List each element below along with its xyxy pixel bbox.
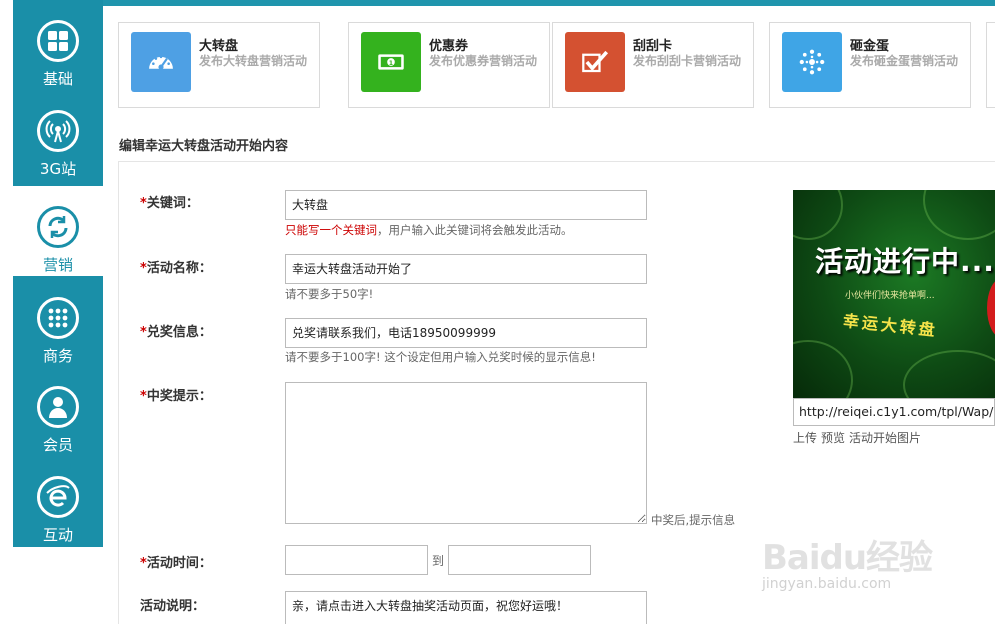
sidebar-item-label: 会员 [42, 436, 73, 454]
sidebar-item-marketing[interactable]: 营销 [13, 186, 103, 276]
card-title: 砸金蛋 [850, 39, 890, 54]
activity-name-input[interactable]: 幸运大转盘活动开始了 [285, 254, 647, 284]
user-icon [37, 386, 79, 428]
signal-icon [37, 110, 79, 152]
sidebar-item-interaction[interactable]: 互动 [13, 456, 103, 546]
sidebar-item-member[interactable]: 会员 [13, 366, 103, 456]
sidebar-item-label: 商务 [42, 347, 73, 365]
image-url-input[interactable]: http://reiqei.c1y1.com/tpl/Wap/de [793, 398, 995, 426]
sidebar-item-label: 基础 [42, 70, 73, 88]
sidebar-item-label: 3G站 [39, 160, 77, 178]
dashboard-icon [131, 32, 191, 92]
apps-icon [37, 297, 79, 339]
activity-desc-input[interactable]: 亲，请点击进入大转盘抽奖活动页面，祝您好运哦！ [285, 591, 647, 624]
activity-name-label: *活动名称： [140, 261, 212, 276]
image-actions: 上传 预览 活动开始图片 [793, 429, 925, 446]
preview-subtitle: 小伙伴们快来抢单啊... [845, 291, 935, 301]
card-partial[interactable] [986, 22, 995, 108]
card-description: 发布大转盘营销活动 [199, 54, 308, 68]
sidebar-item-business[interactable]: 商务 [13, 277, 103, 367]
keyword-hint: 只能写一个关键词，用户输入此关键词将会触发此活动。 [285, 223, 573, 237]
activity-start-image: 活动进行中... 小伙伴们快来抢单啊... 幸运大转盘 [793, 190, 995, 398]
card-coupon[interactable]: 1 优惠券 发布优惠券营销活动 [348, 22, 550, 108]
grid-icon [37, 20, 79, 62]
win-prompt-textarea[interactable] [285, 382, 647, 524]
redeem-info-label: *兑奖信息： [140, 325, 212, 340]
win-prompt-label: *中奖提示： [140, 389, 212, 404]
section-title: 编辑幸运大转盘活动开始内容 [119, 139, 289, 154]
preview-title: 活动进行中... [815, 245, 995, 278]
activity-name-hint: 请不要多于50字! [285, 287, 374, 301]
browser-icon [37, 476, 79, 518]
card-description: 发布优惠券营销活动 [429, 54, 538, 68]
svg-text:1: 1 [389, 60, 393, 67]
sidebar-nav: 基础 3G站 营销 商务 会员 互动 [13, 0, 103, 547]
sparkle-icon [782, 32, 842, 92]
baidu-watermark: Baidu经验 jingyan.baidu.com [762, 516, 952, 606]
card-title: 刮刮卡 [633, 39, 673, 54]
redeem-info-hint: 请不要多于100字! 这个设定但用户输入兑奖时候的显示信息! [285, 350, 596, 364]
sidebar-item-3g-site[interactable]: 3G站 [13, 90, 103, 180]
activity-cards: 大转盘 发布大转盘营销活动 1 优惠券 发布优惠券营销活动 刮刮卡 发布刮刮卡营… [103, 6, 995, 116]
card-scratch-card[interactable]: 刮刮卡 发布刮刮卡营销活动 [552, 22, 754, 108]
swirl-decoration [903, 350, 995, 398]
check-card-icon [565, 32, 625, 92]
sidebar-item-label: 营销 [42, 256, 73, 274]
watermark-logo: Baidu经验 [762, 538, 933, 578]
card-description: 发布刮刮卡营销活动 [633, 54, 742, 68]
preview-link[interactable]: 预览 [821, 431, 845, 445]
keyword-label: *关键词： [140, 196, 199, 211]
keyword-input[interactable]: 大转盘 [285, 190, 647, 220]
watermark-url: jingyan.baidu.com [762, 576, 892, 592]
activity-time-label: *活动时间： [140, 556, 212, 571]
card-golden-egg[interactable]: 砸金蛋 发布砸金蛋营销活动 [769, 22, 971, 108]
upload-link[interactable]: 上传 [793, 431, 817, 445]
date-range-separator: 到 [432, 554, 445, 568]
image-caption: 活动开始图片 [849, 431, 922, 445]
redeem-info-input[interactable]: 兑奖请联系我们，电话18950099999 [285, 318, 647, 348]
refresh-icon [37, 206, 79, 248]
swirl-decoration [793, 190, 843, 240]
red-badge [987, 278, 995, 338]
end-date-input[interactable] [448, 545, 591, 575]
banknote-icon: 1 [361, 32, 421, 92]
swirl-decoration [923, 190, 995, 240]
card-description: 发布砸金蛋营销活动 [850, 54, 959, 68]
activity-desc-label: 活动说明： [140, 599, 206, 614]
preview-lucky-text: 幸运大转盘 [842, 311, 939, 340]
start-date-input[interactable] [285, 545, 428, 575]
win-prompt-hint: 中奖后,提示信息 [651, 513, 736, 527]
card-title: 优惠券 [429, 39, 469, 54]
swirl-decoration [793, 340, 853, 398]
sidebar-item-basic[interactable]: 基础 [13, 0, 103, 90]
card-big-wheel[interactable]: 大转盘 发布大转盘营销活动 [118, 22, 320, 108]
card-title: 大转盘 [199, 39, 239, 54]
sidebar-item-label: 互动 [42, 526, 73, 544]
